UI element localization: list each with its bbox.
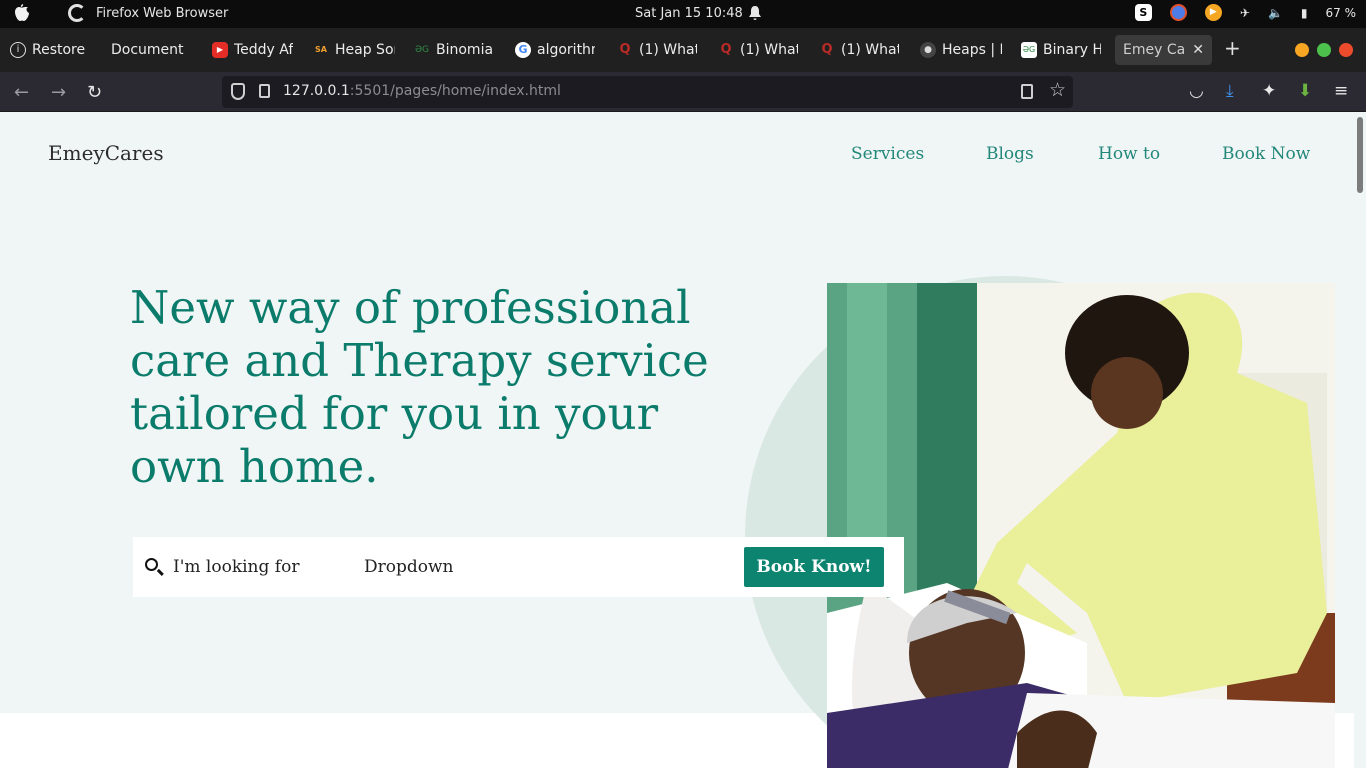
- url-bar[interactable]: 127.0.0.1:5501/pages/home/index.html ☆: [222, 76, 1073, 108]
- browser-nav-bar: ← → ↻ 127.0.0.1:5501/pages/home/index.ht…: [0, 72, 1366, 112]
- minimize-window-button[interactable]: [1295, 43, 1309, 57]
- tab-algorithm[interactable]: G algorithn: [515, 35, 595, 65]
- reload-icon[interactable]: ↻: [87, 82, 102, 103]
- tab-quora-3[interactable]: Q (1) What: [819, 35, 899, 65]
- tab-strip: i Restore Document ▶ Teddy Af SA Heap So…: [0, 28, 1366, 72]
- url-text[interactable]: 127.0.0.1:5501/pages/home/index.html: [283, 83, 561, 99]
- scrollbar-thumb[interactable]: [1357, 117, 1363, 193]
- volume-icon[interactable]: 🔈: [1268, 6, 1283, 20]
- tab-restore[interactable]: i Restore: [10, 35, 92, 65]
- tab-heap-sort[interactable]: SA Heap Sor: [313, 35, 395, 65]
- geeksforgeeks-icon: ƏG: [414, 45, 430, 55]
- system-tray: S ▶ ✈ 🔈 ▮ 67 %: [1134, 4, 1357, 21]
- tab-document[interactable]: Document: [111, 35, 197, 65]
- web-page: EmeyCares Services Blogs How to Book Now…: [0, 113, 1366, 768]
- system-top-bar: Firefox Web Browser Sat Jan 15 10:48 S ▶…: [0, 0, 1366, 28]
- quora-icon: Q: [821, 42, 833, 57]
- tab-heaps[interactable]: ● Heaps | E: [920, 35, 1002, 65]
- nav-book-now[interactable]: Book Now: [1222, 144, 1310, 164]
- maximize-window-button[interactable]: [1317, 43, 1331, 57]
- github-icon: ●: [920, 42, 936, 58]
- nav-blogs[interactable]: Blogs: [986, 144, 1034, 164]
- apple-icon[interactable]: [14, 4, 30, 26]
- download-icon[interactable]: ⤓: [1226, 81, 1234, 101]
- firefox-icon: [68, 4, 86, 22]
- battery-level[interactable]: 67 %: [1326, 6, 1357, 20]
- skype-icon[interactable]: S: [1134, 4, 1152, 21]
- shield-icon[interactable]: [231, 83, 245, 100]
- quora-icon: Q: [619, 42, 631, 57]
- app-name[interactable]: Firefox Web Browser: [96, 6, 228, 21]
- google-icon: G: [515, 42, 531, 58]
- download-helper-icon[interactable]: ⬇: [1298, 81, 1312, 101]
- sa-icon: SA: [315, 45, 327, 54]
- booking-search-bar: I'm looking for Dropdown Book Know!: [133, 537, 904, 597]
- tab-binomial[interactable]: ƏG Binomial: [414, 35, 494, 65]
- info-circle-icon: i: [10, 42, 26, 58]
- close-window-button[interactable]: [1339, 43, 1353, 57]
- tab-binary-heap[interactable]: ƏG Binary H: [1021, 35, 1101, 65]
- battery-icon[interactable]: ▮: [1301, 6, 1308, 20]
- chrome-notification-icon[interactable]: [1169, 4, 1187, 21]
- tab-teddy[interactable]: ▶ Teddy Af: [212, 35, 294, 65]
- book-know-button[interactable]: Book Know!: [744, 547, 884, 587]
- tab-quora-1[interactable]: Q (1) What: [617, 35, 697, 65]
- new-tab-icon[interactable]: +: [1224, 36, 1241, 60]
- search-icon: [145, 558, 158, 571]
- brand-logo[interactable]: EmeyCares: [48, 141, 164, 165]
- looking-for-label: I'm looking for: [173, 557, 300, 577]
- close-tab-icon[interactable]: ✕: [1192, 42, 1204, 58]
- page-info-icon[interactable]: [259, 84, 270, 98]
- tab-emey-cares[interactable]: Emey Care ✕: [1115, 35, 1212, 65]
- nav-how-to[interactable]: How to: [1098, 144, 1160, 164]
- reader-view-icon[interactable]: [1021, 84, 1033, 99]
- hero-title: New way of professional care and Therapy…: [130, 281, 709, 493]
- quora-icon: Q: [720, 42, 732, 57]
- notification-bell-icon[interactable]: [748, 5, 762, 25]
- airplane-mode-icon[interactable]: ✈: [1240, 6, 1250, 20]
- clock[interactable]: Sat Jan 15 10:48: [635, 6, 743, 21]
- youtube-icon: ▶: [212, 42, 228, 58]
- back-arrow-icon[interactable]: ←: [14, 82, 29, 103]
- tab-quora-2[interactable]: Q (1) What: [718, 35, 798, 65]
- bookmark-star-icon[interactable]: ☆: [1049, 79, 1066, 101]
- menu-hamburger-icon[interactable]: ≡: [1334, 81, 1348, 101]
- page-scrollbar[interactable]: [1354, 113, 1366, 768]
- hero-photo: [827, 283, 1335, 768]
- service-dropdown[interactable]: Dropdown: [364, 557, 454, 577]
- geeksforgeeks-icon: ƏG: [1021, 42, 1037, 58]
- forward-arrow-icon[interactable]: →: [51, 82, 66, 103]
- pocket-icon[interactable]: ◡: [1189, 81, 1204, 101]
- extension-icon[interactable]: ✦: [1262, 81, 1276, 101]
- nav-services[interactable]: Services: [851, 144, 924, 164]
- media-player-icon[interactable]: ▶: [1204, 4, 1222, 21]
